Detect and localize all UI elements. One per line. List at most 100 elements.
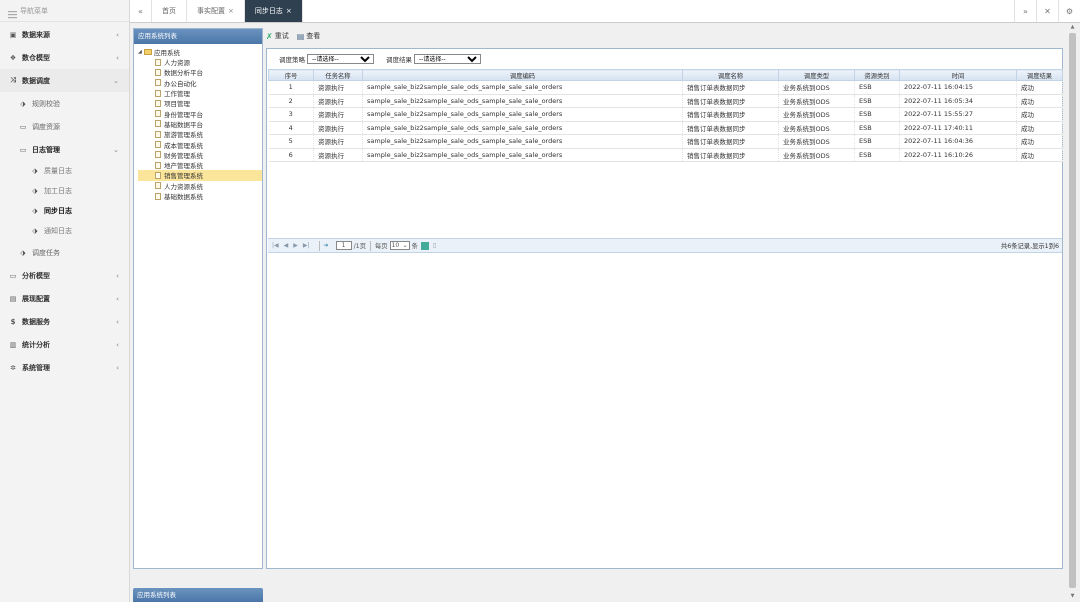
tree-node[interactable]: 成本管理系统: [138, 139, 262, 150]
table-row[interactable]: 2 资源执行 sample_sale_biz2sample_sale_ods_s…: [268, 94, 1063, 108]
export-icon[interactable]: ▯: [433, 242, 436, 249]
tag-icon: ⬗: [20, 99, 26, 108]
page-size-select[interactable]: 10 ⌄: [389, 241, 410, 250]
tree-node-label: 成本管理系统: [164, 141, 203, 150]
column-header[interactable]: 时间: [899, 69, 1017, 81]
refresh-icon[interactable]: [420, 241, 429, 250]
nav-item-notify-log[interactable]: ⬗ 通知日志: [0, 221, 129, 241]
view-button[interactable]: ▤ 查看: [297, 31, 321, 41]
tree-node-selected[interactable]: 销售管理系统: [138, 170, 262, 181]
close-icon[interactable]: ×: [228, 7, 234, 15]
expand-icon: ✕: [1044, 6, 1051, 16]
nav-item-quality-log[interactable]: ⬗ 质量日志: [0, 161, 129, 181]
nav-item-system-management[interactable]: ✲ 系统管理 ‹: [0, 356, 129, 379]
nav-item-data-source[interactable]: ▣ 数据来源 ‹: [0, 23, 129, 46]
nav-item-rule-check[interactable]: ⬗ 规则校验: [0, 92, 129, 115]
log-grid-panel: 调度策略 --请选择-- 调度结果 --请选择-- 序号 任务名称 调度编码 调…: [266, 48, 1063, 569]
table-row[interactable]: 6 资源执行 sample_sale_biz2sample_sale_ods_s…: [268, 148, 1063, 162]
last-page-icon[interactable]: ▶|: [303, 242, 310, 249]
tree-node[interactable]: 数据分析平台: [138, 67, 262, 77]
nav-item-display-config[interactable]: ▤ 展现配置 ‹: [0, 287, 129, 310]
tree-node-label: 旅游管理系统: [164, 131, 203, 140]
tree-node[interactable]: 基础数据平台: [138, 119, 262, 129]
tag-icon: ⬗: [32, 207, 38, 215]
column-header[interactable]: 序号: [268, 69, 314, 81]
tree-node[interactable]: 财务管理系统: [138, 150, 262, 160]
close-icon[interactable]: ×: [286, 7, 292, 15]
column-header[interactable]: 任务名称: [313, 69, 363, 81]
document-icon: [155, 58, 161, 66]
nav-item-data-service[interactable]: $ 数据服务 ‹: [0, 310, 129, 333]
first-page-icon[interactable]: |◀: [272, 242, 279, 249]
tag-icon: ⬗: [20, 248, 26, 257]
column-header[interactable]: 调度结果: [1016, 69, 1063, 81]
table-cell: 4: [268, 121, 314, 135]
column-header[interactable]: 调度名称: [682, 69, 779, 81]
retry-button[interactable]: ✗ 重试: [266, 31, 289, 41]
nav-item-label: 加工日志: [44, 187, 72, 195]
nav-item-statistics[interactable]: ▥ 统计分析 ‹: [0, 333, 129, 356]
scrollbar-thumb[interactable]: [1069, 33, 1076, 588]
fullscreen-button[interactable]: ✕: [1036, 0, 1058, 22]
nav-item-process-log[interactable]: ⬗ 加工日志: [0, 181, 129, 201]
table-cell: ESB: [854, 121, 900, 135]
result-select[interactable]: --请选择--: [414, 54, 481, 64]
vertical-scrollbar[interactable]: ▲ ▼: [1068, 23, 1077, 602]
folder-icon: ▭: [19, 122, 27, 131]
strategy-label: 调度策略: [279, 56, 305, 64]
column-header[interactable]: 调度编码: [362, 69, 683, 81]
scroll-tabs-right-button[interactable]: »: [1014, 0, 1036, 22]
document-icon: [155, 141, 161, 149]
nav-item-analysis-model[interactable]: ▭ 分析模型 ‹: [0, 264, 129, 287]
prev-page-icon[interactable]: ◀: [284, 242, 289, 249]
table-row[interactable]: 1 资源执行 sample_sale_biz2sample_sale_ods_s…: [268, 80, 1063, 95]
tab-fact-config[interactable]: 事实配置 ×: [187, 0, 245, 22]
scroll-up-icon[interactable]: ▲: [1068, 24, 1077, 32]
nav-item-label: 调度任务: [32, 248, 60, 257]
nav-item-data-scheduling[interactable]: ⤨ 数据调度 ⌄: [0, 69, 129, 92]
table-cell: 销售订单表数据同步: [682, 94, 779, 108]
nav-item-warehouse-model[interactable]: ❖ 数仓模型 ‹: [0, 46, 129, 69]
monitor-icon: ▭: [9, 271, 17, 280]
nav-item-schedule-task[interactable]: ⬗ 调度任务: [0, 241, 129, 264]
chevron-left-icon: ‹: [116, 294, 119, 303]
goto-page-icon[interactable]: ➔: [324, 242, 329, 249]
strategy-select[interactable]: --请选择--: [307, 54, 374, 64]
table-row[interactable]: 4 资源执行 sample_sale_biz2sample_sale_ods_s…: [268, 121, 1063, 135]
tab-options-button[interactable]: ⚙: [1058, 0, 1080, 22]
scroll-tabs-left-button[interactable]: «: [130, 0, 152, 22]
tree-node[interactable]: 身份管理平台: [138, 108, 262, 119]
tree-node[interactable]: 办公自动化: [138, 78, 262, 88]
gear-icon: ✲: [10, 363, 16, 372]
page-number-input[interactable]: 1: [335, 241, 352, 250]
table-cell: sample_sale_biz2sample_sale_ods_sample_s…: [362, 134, 683, 149]
tag-icon: ⬗: [32, 167, 38, 175]
tree-root[interactable]: ◢ 应用系统: [138, 47, 262, 57]
tab-spacer: [303, 0, 1014, 22]
nav-item-log-management[interactable]: ▭ 日志管理 ⌄: [0, 138, 129, 161]
tree-node[interactable]: 旅游管理系统: [138, 129, 262, 139]
tree-node[interactable]: 基础数据系统: [138, 191, 262, 201]
column-header[interactable]: 资源类别: [854, 69, 900, 81]
tab-label: 首页: [162, 7, 176, 15]
tag-icon: ⬗: [32, 187, 38, 195]
document-icon: ▤: [296, 31, 305, 41]
tab-sync-log[interactable]: 同步日志 ×: [244, 0, 303, 22]
tree-node-label: 人力资源: [164, 59, 190, 68]
tree-node[interactable]: 地产管理系统: [138, 160, 262, 170]
column-header[interactable]: 调度类型: [778, 69, 855, 81]
tree-node[interactable]: 人力资源: [138, 57, 262, 67]
nav-item-schedule-resource[interactable]: ▭ 调度资源: [0, 115, 129, 138]
nav-item-sync-log[interactable]: ⬗ 同步日志: [0, 201, 129, 221]
tree-node[interactable]: 项目管理: [138, 98, 262, 108]
scroll-down-icon[interactable]: ▼: [1068, 593, 1077, 601]
shuffle-icon: ⤨: [10, 76, 16, 84]
tree-node[interactable]: 人力资源系统: [138, 181, 262, 191]
table-row[interactable]: 3 资源执行 sample_sale_biz2sample_sale_ods_s…: [268, 107, 1063, 122]
tree-node[interactable]: 工作管理: [138, 88, 262, 98]
next-page-icon[interactable]: ▶: [293, 242, 298, 249]
tab-label: 事实配置: [197, 7, 225, 15]
table-cell: sample_sale_biz2sample_sale_ods_sample_s…: [362, 107, 683, 122]
table-row[interactable]: 5 资源执行 sample_sale_biz2sample_sale_ods_s…: [268, 134, 1063, 149]
tab-home[interactable]: 首页: [152, 0, 187, 22]
